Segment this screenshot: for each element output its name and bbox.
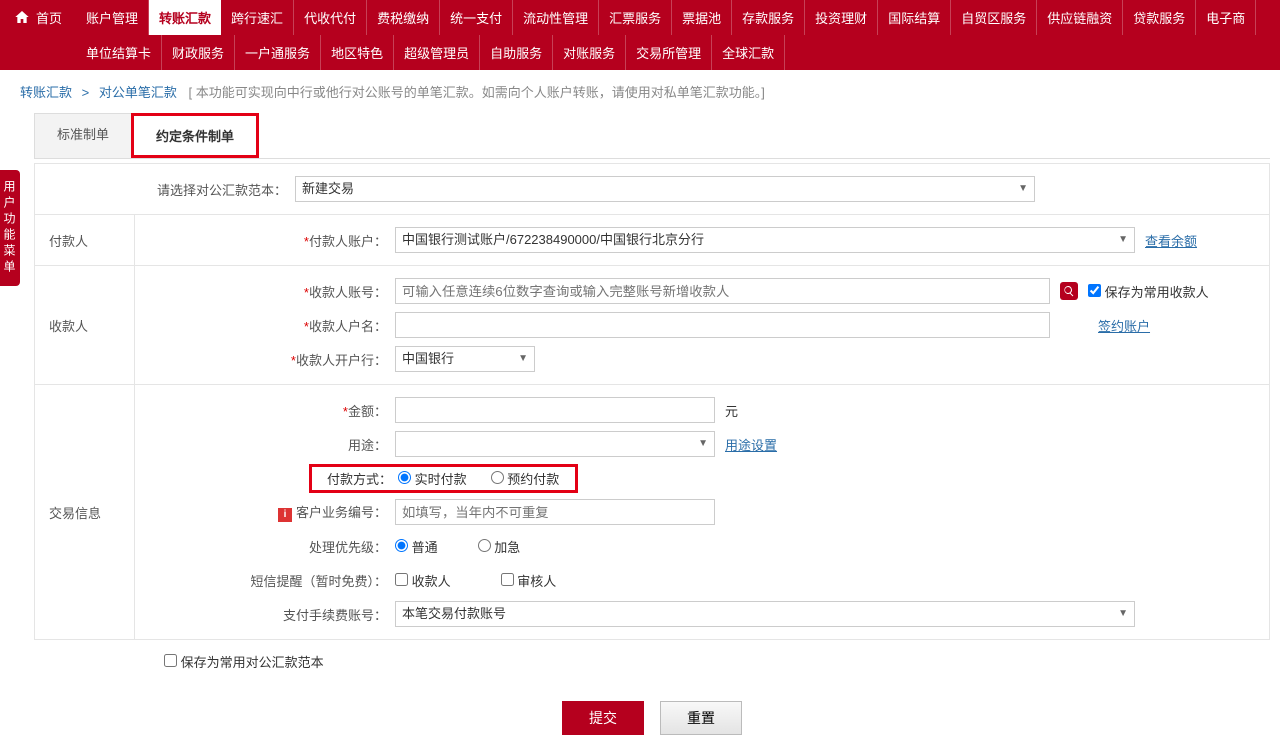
info-icon: i: [278, 508, 292, 522]
nav-item[interactable]: 地区特色: [321, 35, 394, 70]
payer-acct-label: *付款人账户：: [135, 231, 395, 250]
nav-item[interactable]: 财政服务: [162, 35, 235, 70]
save-template-check[interactable]: 保存为常用对公汇款范本: [164, 652, 324, 671]
chevron-down-icon: ▼: [1118, 602, 1128, 626]
purpose-select[interactable]: ▼: [395, 431, 715, 457]
breadcrumb-current[interactable]: 对公单笔汇款: [99, 85, 177, 100]
amount-input[interactable]: [395, 397, 715, 423]
nav-item[interactable]: 超级管理员: [394, 35, 480, 70]
purpose-setting-link[interactable]: 用途设置: [725, 435, 777, 454]
nav-row-2: 单位结算卡财政服务一户通服务地区特色超级管理员自助服务对账服务交易所管理全球汇款: [76, 35, 1280, 70]
chevron-down-icon: ▼: [1118, 228, 1128, 252]
save-common-payee-check[interactable]: 保存为常用收款人: [1088, 282, 1209, 301]
payer-acct-select[interactable]: 中国银行测试账户/672238490000/中国银行北京分行 ▼: [395, 227, 1135, 253]
home-icon: [14, 9, 30, 25]
purpose-label: 用途：: [135, 435, 395, 454]
nav-item[interactable]: 账户管理: [76, 0, 149, 35]
pay-method-highlight: 付款方式： 实时付款 预约付款: [309, 464, 578, 493]
sms-label: 短信提醒（暂时免费）：: [135, 571, 395, 590]
pay-method-realtime[interactable]: 实时付款: [398, 469, 467, 488]
nav-item[interactable]: 一户通服务: [235, 35, 321, 70]
search-icon[interactable]: [1060, 282, 1078, 300]
sms-reviewer-check[interactable]: 审核人: [501, 571, 557, 590]
nav-item[interactable]: 存款服务: [732, 0, 805, 35]
nav-item[interactable]: 汇票服务: [599, 0, 672, 35]
form-tabs: 标准制单 约定条件制单: [34, 113, 1270, 159]
breadcrumb: 转账汇款 > 对公单笔汇款 [ 本功能可实现向中行或他行对公账号的单笔汇款。如需…: [0, 70, 1280, 113]
breadcrumb-root[interactable]: 转账汇款: [20, 85, 72, 100]
payee-bank-select[interactable]: 中国银行 ▼: [395, 346, 535, 372]
priority-label: 处理优先级：: [135, 537, 395, 556]
amount-unit: 元: [725, 401, 738, 420]
tab-conditional[interactable]: 约定条件制单: [131, 113, 259, 158]
nav-item[interactable]: 统一支付: [440, 0, 513, 35]
nav-item[interactable]: 电子商: [1196, 0, 1256, 35]
template-label: 请选择对公汇款范本：: [35, 180, 295, 199]
section-txn: 交易信息: [35, 385, 135, 639]
nav-item[interactable]: 转账汇款: [149, 0, 221, 35]
section-payee: 收款人: [35, 266, 135, 384]
bizno-label: i客户业务编号：: [135, 502, 395, 522]
nav-row-1: 账户管理转账汇款跨行速汇代收代付费税缴纳统一支付流动性管理汇票服务票据池存款服务…: [76, 0, 1280, 35]
pay-method-label: 付款方式：: [318, 469, 398, 488]
nav-item[interactable]: 自助服务: [480, 35, 553, 70]
tab-standard[interactable]: 标准制单: [34, 113, 132, 158]
payee-bank-label: *收款人开户行：: [135, 350, 395, 369]
nav-item[interactable]: 代收代付: [294, 0, 367, 35]
nav-item[interactable]: 全球汇款: [712, 35, 785, 70]
template-select[interactable]: 新建交易 ▼: [295, 176, 1035, 202]
nav-item[interactable]: 供应链融资: [1037, 0, 1123, 35]
payee-acct-label: *收款人账号：: [135, 282, 395, 301]
nav-item[interactable]: 票据池: [672, 0, 732, 35]
view-balance-link[interactable]: 查看余额: [1145, 231, 1197, 250]
top-nav: 首页 账户管理转账汇款跨行速汇代收代付费税缴纳统一支付流动性管理汇票服务票据池存…: [0, 0, 1280, 70]
amount-label: *金额：: [135, 401, 395, 420]
bizno-input[interactable]: [395, 499, 715, 525]
nav-item[interactable]: 对账服务: [553, 35, 626, 70]
pay-method-scheduled[interactable]: 预约付款: [491, 469, 560, 488]
sms-payee-check[interactable]: 收款人: [395, 571, 451, 590]
chevron-down-icon: ▼: [1018, 177, 1028, 201]
chevron-down-icon: ▼: [698, 432, 708, 456]
nav-item[interactable]: 费税缴纳: [367, 0, 440, 35]
section-payer: 付款人: [35, 215, 135, 265]
submit-button[interactable]: 提交: [562, 701, 644, 735]
fee-acct-label: 支付手续费账号：: [135, 605, 395, 624]
nav-item[interactable]: 单位结算卡: [76, 35, 162, 70]
chevron-down-icon: ▼: [518, 347, 528, 371]
nav-item[interactable]: 跨行速汇: [221, 0, 294, 35]
payee-acct-input[interactable]: [395, 278, 1050, 304]
payee-name-input[interactable]: [395, 312, 1050, 338]
fee-acct-select[interactable]: 本笔交易付款账号 ▼: [395, 601, 1135, 627]
nav-item[interactable]: 流动性管理: [513, 0, 599, 35]
priority-urgent[interactable]: 加急: [478, 537, 521, 556]
nav-item[interactable]: 贷款服务: [1123, 0, 1196, 35]
home-label: 首页: [36, 8, 62, 27]
nav-item[interactable]: 国际结算: [878, 0, 951, 35]
home-link[interactable]: 首页: [0, 0, 76, 34]
priority-normal[interactable]: 普通: [395, 537, 438, 556]
breadcrumb-hint: [ 本功能可实现向中行或他行对公账号的单笔汇款。如需向个人账户转账，请使用对私单…: [189, 85, 765, 100]
nav-item[interactable]: 自贸区服务: [951, 0, 1037, 35]
nav-item[interactable]: 投资理财: [805, 0, 878, 35]
reset-button[interactable]: 重置: [660, 701, 742, 735]
payee-name-label: *收款人户名：: [135, 316, 395, 335]
contract-acct-link[interactable]: 签约账户: [1098, 316, 1150, 335]
side-expand-tab[interactable]: 用户功能菜单: [0, 170, 20, 286]
nav-item[interactable]: 交易所管理: [626, 35, 712, 70]
